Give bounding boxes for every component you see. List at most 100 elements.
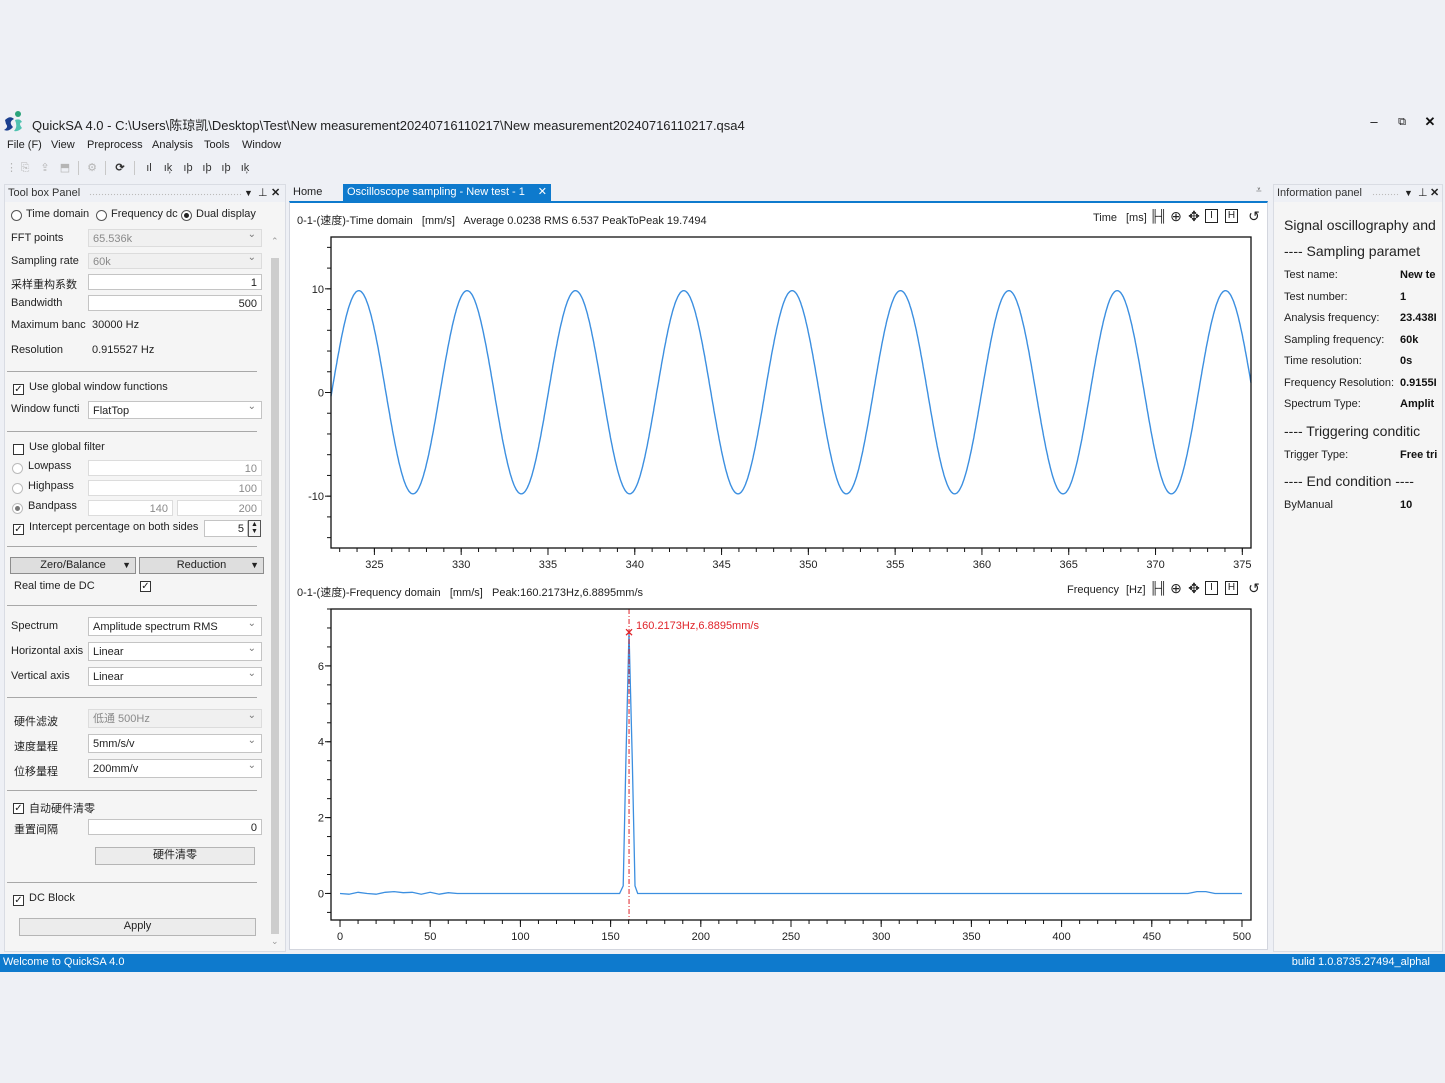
cursor-icon[interactable]: ╟╢ xyxy=(1150,209,1167,223)
zoom-icon[interactable]: ⊕ xyxy=(1168,208,1184,225)
bandpass-high-input[interactable]: 200 xyxy=(177,500,262,516)
use-global-window-checkbox[interactable]: ✓ xyxy=(13,384,24,395)
bandpass-low-input[interactable]: 140 xyxy=(88,500,173,516)
info-value: 1 xyxy=(1400,290,1407,303)
reset-icon[interactable]: ↺ xyxy=(1246,580,1262,597)
restore-button[interactable]: ⧉ xyxy=(1392,113,1412,131)
highpass-input[interactable]: 100 xyxy=(88,480,262,496)
bandwidth-input[interactable]: 500 xyxy=(88,295,262,311)
freq-plot-frame xyxy=(330,608,1252,921)
spectrum-icon[interactable]: ıķ xyxy=(161,160,175,176)
dual-display-radio[interactable] xyxy=(181,210,192,221)
pin-icon[interactable]: ⊥ xyxy=(1418,186,1428,199)
vertical-axis-select[interactable]: Linear xyxy=(88,667,262,686)
time-domain-radio[interactable] xyxy=(11,210,22,221)
menu-window[interactable]: Window xyxy=(242,139,281,151)
toolbox-scrollbar[interactable] xyxy=(271,258,279,934)
menu-file[interactable]: File (F) xyxy=(7,139,42,151)
minimize-button[interactable]: – xyxy=(1364,113,1384,131)
zero-balance-dropdown[interactable]: Zero/Balance ▼ xyxy=(10,557,136,574)
toolbar-grip-icon: ⋮ xyxy=(6,162,17,174)
time-domain-label: Time domain xyxy=(26,208,90,220)
reduction-dropdown[interactable]: Reduction ▼ xyxy=(139,557,264,574)
zoom-icon[interactable]: ⊕ xyxy=(1168,580,1184,597)
zero-balance-label: Zero/Balance xyxy=(40,559,106,571)
order-icon[interactable]: ıþ xyxy=(200,160,214,176)
hw-zero-button[interactable]: 硬件清零 xyxy=(95,847,255,865)
tab-list-icon[interactable]: ⩡ xyxy=(1256,185,1262,196)
refresh-icon[interactable]: ⟳ xyxy=(113,160,127,176)
auto-hw-zero-checkbox[interactable]: ✓ xyxy=(13,803,24,814)
panel-menu-icon[interactable]: ▼ xyxy=(244,188,253,198)
scroll-up-icon[interactable]: ⌃ xyxy=(271,236,279,247)
apply-button[interactable]: Apply xyxy=(19,918,256,936)
octave-icon[interactable]: ıþ xyxy=(219,160,233,176)
reset-interval-input[interactable]: 0 xyxy=(88,819,262,835)
hw-filter-label: 硬件滤波 xyxy=(14,716,58,728)
velocity-range-select[interactable]: 5mm/s/v xyxy=(88,734,262,753)
intercept-spinner[interactable]: ▲ ▼ xyxy=(248,520,261,537)
pin-icon[interactable]: ⊥ xyxy=(258,186,268,199)
use-global-filter-label: Use global filter xyxy=(29,441,105,453)
lowpass-radio[interactable] xyxy=(12,463,23,474)
bandpass-radio[interactable] xyxy=(12,503,23,514)
spectrum-select[interactable]: Amplitude spectrum RMS xyxy=(88,617,262,636)
intercept-checkbox[interactable]: ✓ xyxy=(13,524,24,535)
use-global-filter-checkbox[interactable] xyxy=(13,444,24,455)
envelope-icon[interactable]: ıķ xyxy=(238,160,252,176)
sampling-rate-select[interactable]: 60k xyxy=(88,253,262,269)
close-tab-icon[interactable]: ✕ xyxy=(538,184,547,201)
x-tick-label: 355 xyxy=(886,559,904,571)
info-value: Amplit xyxy=(1400,398,1435,410)
freq-unit-label: [Hz] xyxy=(1126,584,1146,596)
x-tick-label: 365 xyxy=(1060,559,1078,571)
bar-chart-icon[interactable]: ıl xyxy=(142,160,156,176)
open-icon[interactable]: ⇪ xyxy=(38,160,52,176)
frequency-domain-chart[interactable]: 0 50 100 150 200 250 300 350 400 450 500 0 2 4 6 160.2… xyxy=(290,600,1265,948)
intercept-input[interactable]: 5 xyxy=(204,520,248,537)
close-panel-icon[interactable]: ✕ xyxy=(271,186,280,199)
lowpass-input[interactable]: 10 xyxy=(88,460,262,476)
resample-coef-input[interactable]: 1 xyxy=(88,274,262,290)
scroll-down-icon[interactable]: ⌄ xyxy=(271,936,279,947)
pan-icon[interactable]: ✥ xyxy=(1186,580,1202,597)
panel-menu-icon[interactable]: ▼ xyxy=(1404,188,1413,198)
tab-home[interactable]: Home xyxy=(289,184,326,201)
peak-annotation-label: 160.2173Hz,6.8895mm/s xyxy=(636,620,759,632)
fft-points-select[interactable]: 65.536k xyxy=(88,229,262,247)
window-function-select[interactable]: FlatTop xyxy=(88,401,262,419)
x-tick-label: 350 xyxy=(799,559,817,571)
frequency-domain-radio[interactable] xyxy=(96,210,107,221)
dc-block-checkbox[interactable]: ✓ xyxy=(13,895,24,906)
y-tick-label: 4 xyxy=(318,737,324,749)
highpass-radio[interactable] xyxy=(12,483,23,494)
save-icon[interactable]: ⬒ xyxy=(58,160,72,176)
hw-filter-select[interactable]: 低通 500Hz xyxy=(88,709,262,728)
reset-icon[interactable]: ↺ xyxy=(1246,208,1262,225)
menu-view[interactable]: View xyxy=(51,139,75,151)
pan-icon[interactable]: ✥ xyxy=(1186,208,1202,225)
time-domain-chart[interactable]: 325 330 335 340 345 350 355 360 365 370 375 10 0 -10 xyxy=(290,228,1265,578)
fit-horizontal-icon[interactable]: H xyxy=(1225,209,1238,223)
max-band-label: Maximum banc xyxy=(11,319,86,331)
tab-oscilloscope-label: Oscilloscope sampling - New test - 1 xyxy=(347,186,525,198)
close-panel-icon[interactable]: ✕ xyxy=(1430,186,1439,199)
settings-icon[interactable]: ⚙ xyxy=(85,160,99,176)
menu-preprocess[interactable]: Preprocess xyxy=(87,139,143,151)
new-icon[interactable]: ⎘ xyxy=(18,160,32,176)
tab-oscilloscope[interactable]: Oscilloscope sampling - New test - 1 ✕ xyxy=(343,184,551,201)
horizontal-axis-select[interactable]: Linear xyxy=(88,642,262,661)
menu-tools[interactable]: Tools xyxy=(204,139,230,151)
waterfall-icon[interactable]: ıþ xyxy=(181,160,195,176)
fit-horizontal-icon[interactable]: H xyxy=(1225,581,1238,595)
y-tick-label: 0 xyxy=(318,388,324,400)
cursor-icon[interactable]: ╟╢ xyxy=(1150,581,1167,595)
displacement-range-select[interactable]: 200mm/v xyxy=(88,759,262,778)
fit-vertical-icon[interactable]: I xyxy=(1205,209,1218,223)
realtime-dc-checkbox[interactable]: ✓ xyxy=(140,581,151,592)
window-function-label: Window functi xyxy=(11,403,80,415)
x-tick-label: 350 xyxy=(962,931,980,943)
close-window-button[interactable]: ✕ xyxy=(1420,113,1440,131)
menu-analysis[interactable]: Analysis xyxy=(152,139,193,151)
fit-vertical-icon[interactable]: I xyxy=(1205,581,1218,595)
